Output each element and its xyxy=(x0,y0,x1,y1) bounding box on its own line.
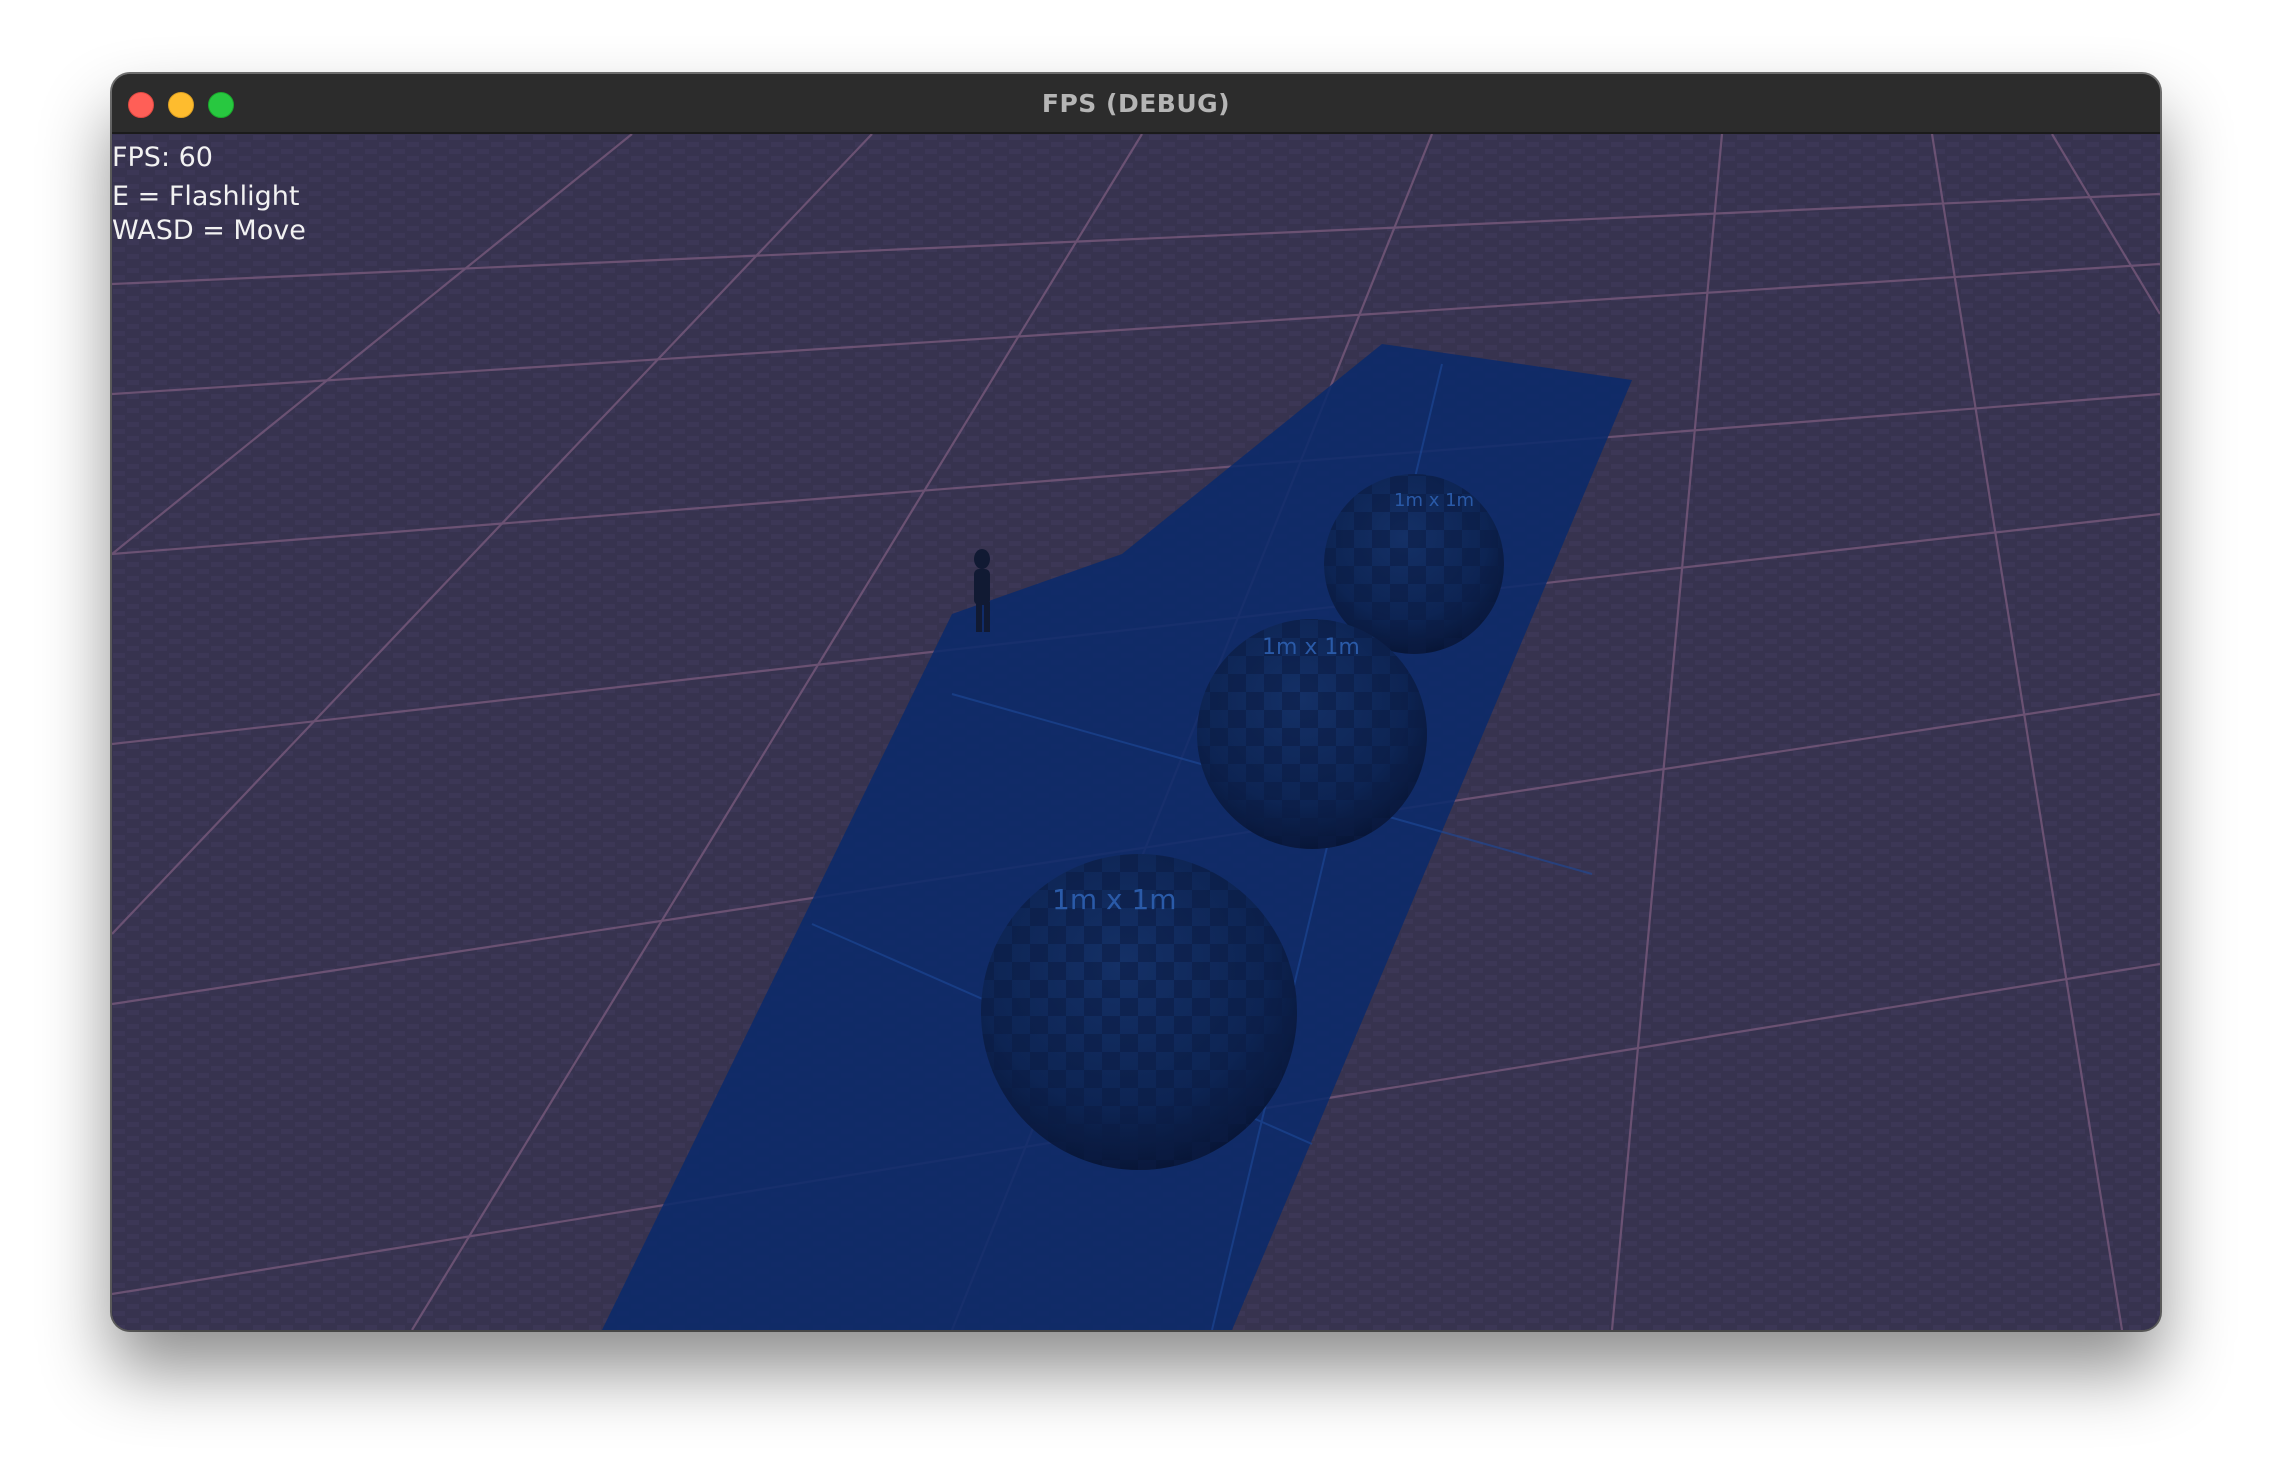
sphere-label-mid: 1m x 1m xyxy=(1262,635,1360,660)
app-window: FPS (DEBUG) 1m x 1m 1m x 1m 1m x 1m FPS:… xyxy=(112,74,2160,1330)
scene-canvas: 1m x 1m 1m x 1m 1m x 1m xyxy=(112,134,2160,1330)
window-title: FPS (DEBUG) xyxy=(1041,89,1231,118)
fps-counter: FPS: 60 xyxy=(112,142,213,173)
sphere-label-far: 1m x 1m xyxy=(1394,490,1474,511)
title-bar[interactable]: FPS (DEBUG) xyxy=(112,74,2160,134)
help-move: WASD = Move xyxy=(112,215,306,246)
sphere-near: 1m x 1m xyxy=(981,854,1297,1170)
player-character xyxy=(974,549,990,632)
sphere-label-near: 1m x 1m xyxy=(1052,883,1177,916)
help-flashlight: E = Flashlight xyxy=(112,181,300,212)
game-viewport[interactable]: 1m x 1m 1m x 1m 1m x 1m FPS: 60 E = Flas… xyxy=(112,134,2160,1330)
sphere-mid: 1m x 1m xyxy=(1197,619,1427,849)
